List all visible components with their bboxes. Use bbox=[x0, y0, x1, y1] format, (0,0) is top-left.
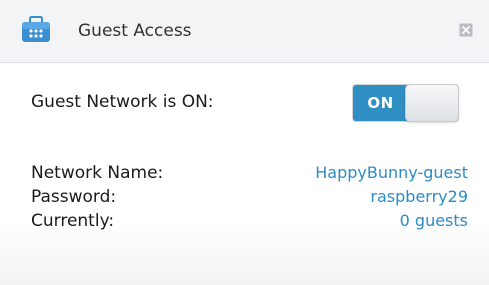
guest-access-widget: Guest Access Guest Network is ON: ON Net… bbox=[0, 0, 489, 285]
widget-header: Guest Access bbox=[0, 0, 489, 63]
currently-value[interactable]: 0 guests bbox=[400, 210, 468, 232]
network-name-row: Network Name: HappyBunny-guest bbox=[31, 162, 468, 184]
currently-label: Currently: bbox=[31, 211, 115, 231]
toggle-knob[interactable] bbox=[405, 84, 459, 122]
toggle-on-label: ON bbox=[353, 85, 408, 121]
currently-row: Currently: 0 guests bbox=[31, 210, 468, 232]
guest-network-toggle[interactable]: ON bbox=[352, 84, 459, 122]
network-name-value[interactable]: HappyBunny-guest bbox=[315, 162, 468, 184]
widget-title: Guest Access bbox=[78, 21, 192, 41]
password-value[interactable]: raspberry29 bbox=[370, 186, 468, 208]
guest-access-icon bbox=[21, 16, 51, 44]
close-icon[interactable] bbox=[459, 22, 473, 37]
guest-network-status-label: Guest Network is ON: bbox=[31, 92, 214, 112]
password-label: Password: bbox=[31, 187, 117, 207]
network-name-label: Network Name: bbox=[31, 163, 164, 183]
password-row: Password: raspberry29 bbox=[31, 186, 468, 208]
